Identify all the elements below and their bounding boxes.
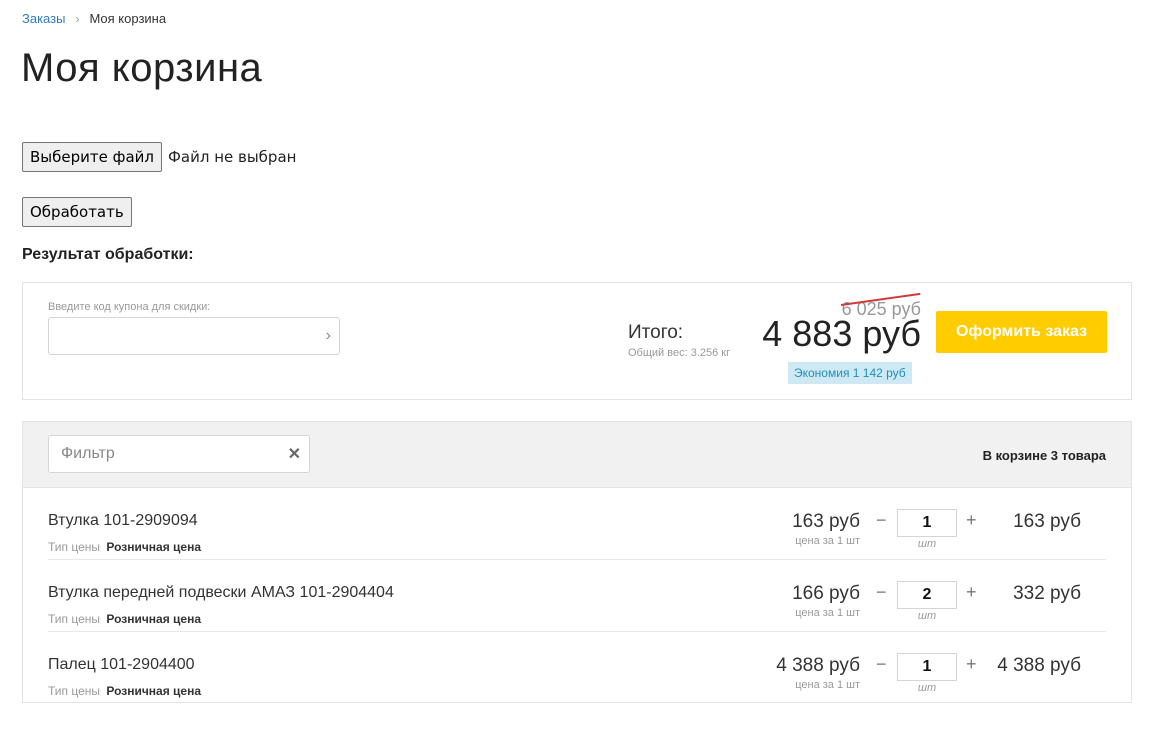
result-title: Результат обработки: <box>22 246 194 263</box>
table-row: Втулка передней подвески АМАЗ 101-290440… <box>48 560 1106 632</box>
quantity-unit: шт <box>917 610 937 622</box>
breadcrumb-current: Моя корзина <box>89 11 167 26</box>
quantity-input[interactable]: 1 <box>897 509 957 537</box>
cart-list: Фильтр ✕ В корзине 3 товара Втулка 101-2… <box>22 421 1132 703</box>
unit-note: цена за 1 шт <box>795 535 860 547</box>
checkout-button[interactable]: Оформить заказ <box>936 311 1107 353</box>
total-weight: Общий вес: 3.256 кг <box>628 347 731 359</box>
unit-note: цена за 1 шт <box>795 679 860 691</box>
item-name[interactable]: Втулка 101-2909094 <box>48 512 198 530</box>
quantity-unit: шт <box>917 538 937 550</box>
cart-count: В корзине 3 товара <box>982 448 1106 463</box>
total-price: 4 883 руб <box>762 313 921 354</box>
filter-placeholder: Фильтр <box>61 445 115 462</box>
unit-note: цена за 1 шт <box>795 607 860 619</box>
table-row: Палец 101-2904400 Тип цены Розничная цен… <box>48 632 1106 704</box>
unit-price: 4 388 руб <box>776 655 860 676</box>
chevron-right-icon[interactable]: › <box>326 327 331 345</box>
choose-file-button[interactable]: Выберите файл <box>22 142 162 172</box>
item-name[interactable]: Палец 101-2904400 <box>48 656 195 674</box>
quantity-input[interactable]: 1 <box>897 653 957 681</box>
minus-icon[interactable]: − <box>876 582 887 603</box>
quantity-input[interactable]: 2 <box>897 581 957 609</box>
price-type: Тип цены Розничная цена <box>48 540 202 554</box>
order-summary: Введите код купона для скидки: › Итого: … <box>22 282 1132 400</box>
coupon-label: Введите код купона для скидки: <box>48 301 211 313</box>
price-type: Тип цены Розничная цена <box>48 684 202 698</box>
minus-icon[interactable]: − <box>876 654 887 675</box>
breadcrumb-separator: › <box>75 11 80 26</box>
filter-input[interactable]: Фильтр ✕ <box>48 435 310 473</box>
file-status: Файл не выбран <box>167 148 297 166</box>
minus-icon[interactable]: − <box>876 510 887 531</box>
item-name[interactable]: Втулка передней подвески АМАЗ 101-290440… <box>48 584 394 602</box>
price-type: Тип цены Розничная цена <box>48 612 202 626</box>
file-upload: Выберите файл Файл не выбран <box>22 142 296 172</box>
breadcrumb-link-orders[interactable]: Заказы <box>22 11 65 26</box>
table-row: Втулка 101-2909094 Тип цены Розничная це… <box>48 488 1106 560</box>
coupon-input[interactable]: › <box>48 317 340 355</box>
close-icon[interactable]: ✕ <box>288 444 301 464</box>
page-title: Моя корзина <box>21 46 263 90</box>
process-button[interactable]: Обработать <box>22 197 132 227</box>
line-total: 163 руб <box>1013 511 1081 532</box>
breadcrumb: Заказы › Моя корзина <box>22 11 166 26</box>
line-total: 4 388 руб <box>997 655 1081 676</box>
line-total: 332 руб <box>1013 583 1081 604</box>
quantity-unit: шт <box>917 682 937 694</box>
savings-badge: Экономия 1 142 руб <box>788 362 912 384</box>
unit-price: 163 руб <box>792 511 860 532</box>
unit-price: 166 руб <box>792 583 860 604</box>
total-label: Итого: <box>628 322 684 343</box>
cart-header: Фильтр ✕ В корзине 3 товара <box>23 422 1131 488</box>
